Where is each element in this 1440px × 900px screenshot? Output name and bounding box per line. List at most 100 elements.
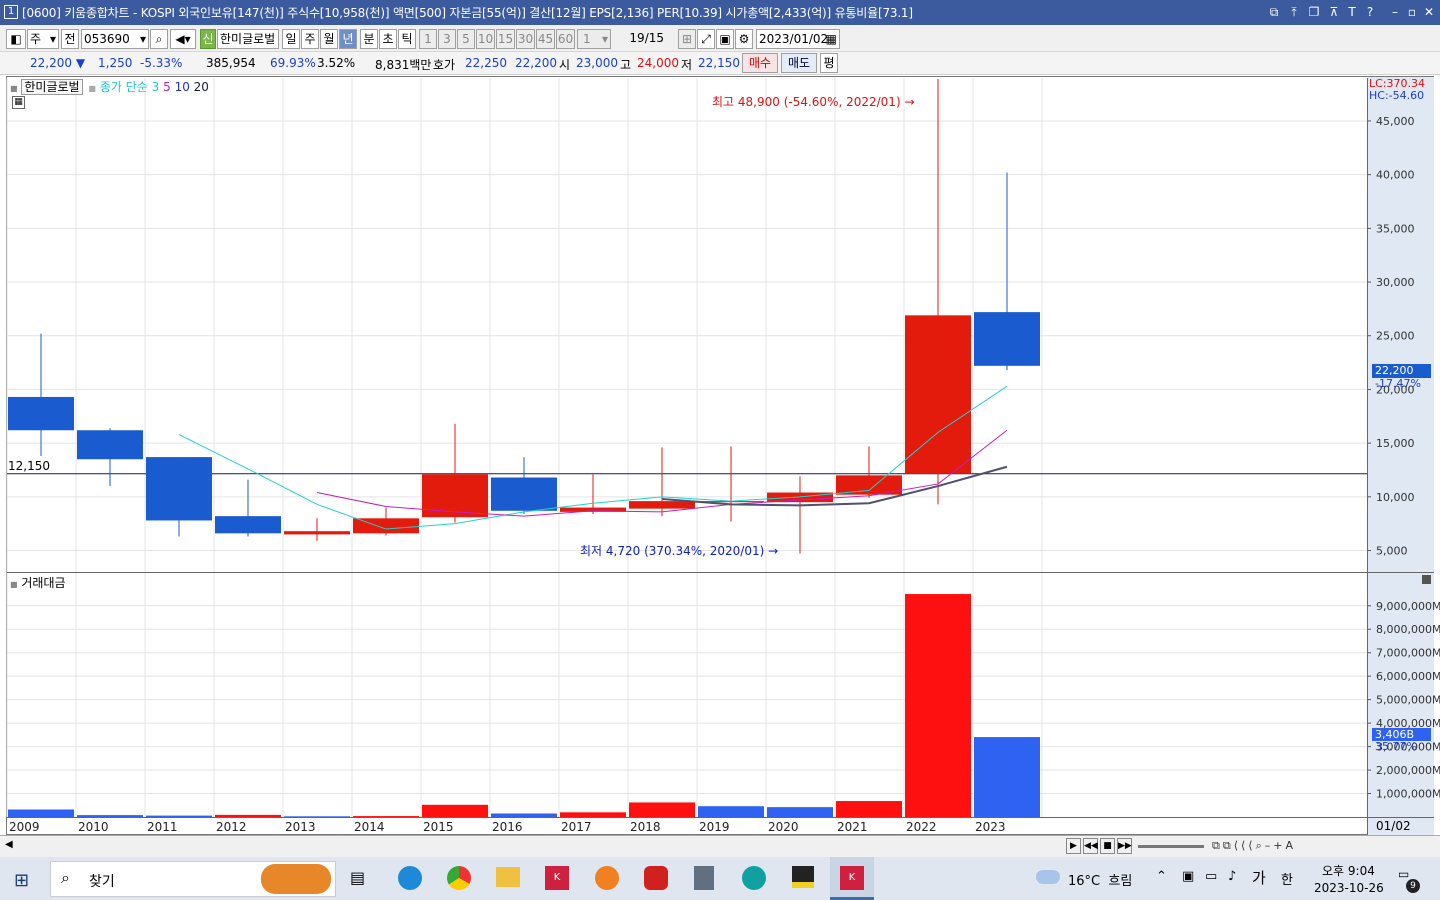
candle-body: [905, 315, 971, 474]
hc-label: HC:-54.60: [1369, 89, 1425, 102]
panel-bullet-icon: ■: [10, 580, 18, 589]
volume-bar: [215, 814, 281, 817]
volume-axis-tick: 2,000,000M: [1376, 764, 1440, 777]
candle-body: [8, 396, 74, 431]
volume-bar: [146, 815, 212, 817]
volume-bar: [8, 809, 74, 817]
ime-language[interactable]: 가: [1252, 867, 1266, 888]
volume-icon[interactable]: ♪: [1228, 869, 1236, 884]
teal-app-icon[interactable]: [742, 866, 766, 890]
weather-text[interactable]: 16°C 흐림: [1068, 870, 1132, 889]
ime-mode[interactable]: 한: [1281, 869, 1293, 888]
meet-icon[interactable]: ▣: [1182, 869, 1194, 884]
table-view-icon[interactable]: ▦: [12, 96, 25, 109]
kiwoom-icon[interactable]: K: [545, 866, 569, 890]
pumpkin-decoration-icon: [261, 864, 331, 894]
price-axis-tick: 5,000: [1376, 545, 1408, 558]
low-annotation: 최저 4,720 (370.34%, 2020/01) →: [580, 542, 778, 559]
volume-bar: [560, 812, 626, 817]
price-axis-tick: 35,000: [1376, 222, 1415, 235]
volume-axis-tick: 7,000,000M: [1376, 647, 1440, 660]
candle-body: [767, 492, 833, 503]
right-arrow-icon: →: [768, 544, 779, 558]
x-axis-tick: 2014: [354, 820, 385, 834]
windows-taskbar: ⊞ ⌕ 찾기 ▤ K K 16°C 흐림 ⌃ ▣ ▭ ♪ 가 한 오후 9:04…: [0, 857, 1440, 900]
volume-panel-title: 거래대금: [21, 576, 66, 590]
x-axis-tick: 2020: [768, 820, 799, 834]
task-view-icon[interactable]: ▤: [350, 868, 365, 887]
x-axis-tick: 2010: [78, 820, 109, 834]
chart-svg: 5,00010,00015,00020,00025,00030,00035,00…: [6, 78, 1440, 835]
right-arrow-icon: →: [904, 95, 915, 109]
price-axis-tick: 10,000: [1376, 491, 1415, 504]
scroll-left-icon[interactable]: ◀: [5, 839, 13, 850]
file-explorer-icon[interactable]: [496, 867, 520, 887]
clock-date[interactable]: 2023-10-26: [1314, 881, 1384, 895]
clock-time[interactable]: 오후 9:04: [1322, 862, 1375, 879]
ma-period-3: 3: [151, 80, 160, 94]
low-annotation-text: 최저 4,720 (370.34%, 2020/01): [580, 544, 765, 558]
windows-start-icon[interactable]: ⊞: [14, 870, 29, 891]
volume-axis-tick: 5,000,000M: [1376, 694, 1440, 707]
high-annotation-text: 최고 48,900 (-54.60%, 2022/01): [712, 95, 901, 109]
scroll-right-icon[interactable]: ▶: [1066, 838, 1081, 854]
chrome-icon[interactable]: [447, 866, 471, 890]
volume-bar: [836, 801, 902, 817]
kiwoom-active-taskbar-item[interactable]: K: [830, 857, 874, 900]
orange-app-icon[interactable]: [595, 866, 619, 890]
notification-count: 9: [1406, 879, 1420, 893]
chevron-up-icon[interactable]: ⌃: [1156, 869, 1167, 884]
volume-bar: [422, 804, 488, 817]
x-axis-tick: 2012: [216, 820, 247, 834]
kiwoom-icon: K: [840, 866, 864, 890]
zoom-slider[interactable]: [1138, 845, 1204, 848]
x-axis-tick: 2009: [9, 820, 40, 834]
price-axis-tick: 45,000: [1376, 115, 1415, 128]
panel-menu-icon[interactable]: [1422, 575, 1431, 584]
volume-bar: [905, 594, 971, 817]
ma-period-5: 5: [163, 80, 171, 94]
ma-period-10: 10: [174, 80, 190, 94]
price-axis-tick: 25,000: [1376, 330, 1415, 343]
cloud-icon: [1036, 870, 1060, 884]
volume-bar: [353, 816, 419, 818]
network-icon[interactable]: ▭: [1205, 869, 1217, 884]
sticky-notes-icon[interactable]: [792, 866, 814, 888]
volume-bar: [491, 813, 557, 817]
candle-body: [491, 477, 557, 511]
price-axis-tick: 30,000: [1376, 276, 1415, 289]
x-axis-tick: 2018: [630, 820, 661, 834]
edge-icon[interactable]: [398, 866, 422, 890]
ref-line-label: 12,150: [8, 459, 50, 473]
panel-bullet-icon: ■: [88, 84, 96, 93]
candle-body: [284, 531, 350, 535]
stop-icon[interactable]: ■: [1100, 838, 1115, 854]
x-axis-tick: 2019: [699, 820, 730, 834]
red-app-icon[interactable]: [644, 866, 668, 890]
panel-bullet-icon: ■: [10, 84, 18, 93]
search-box[interactable]: ⌕ 찾기: [50, 861, 336, 897]
ma-period-20: 20: [193, 80, 209, 94]
search-icon: ⌕: [61, 868, 70, 887]
calculator-icon[interactable]: [694, 866, 714, 890]
x-axis-tick: 2022: [906, 820, 937, 834]
x-axis-tick: 2013: [285, 820, 316, 834]
last-volume-pct: 35.77%: [1375, 740, 1417, 753]
chart-scroll-bar: ◀ ▶ ◀◀ ■ ▶▶ ⧉⧉⟨⟨⟨⌕–+A: [0, 835, 1440, 857]
volume-bar: [284, 816, 350, 818]
candle-body: [974, 312, 1040, 366]
volume-bar: [698, 806, 764, 817]
last-price-marker: 22,200: [1372, 364, 1431, 378]
drawing-tools-icon[interactable]: ⧉⧉⟨⟨⟨⌕–+A: [1212, 839, 1296, 853]
volume-panel-legend: ■ 거래대금: [10, 574, 66, 591]
price-panel-title[interactable]: 한미글로벌: [21, 79, 83, 95]
x-axis-tick: 2017: [561, 820, 592, 834]
forward-icon[interactable]: ▶▶: [1117, 838, 1132, 854]
ma-label: 종가 단순: [99, 80, 148, 94]
price-axis-tick: 40,000: [1376, 169, 1415, 182]
volume-bar: [767, 807, 833, 817]
search-label: 찾기: [89, 874, 115, 890]
candle-body: [629, 501, 695, 509]
rewind-icon[interactable]: ◀◀: [1083, 838, 1098, 854]
candle-body: [422, 474, 488, 518]
